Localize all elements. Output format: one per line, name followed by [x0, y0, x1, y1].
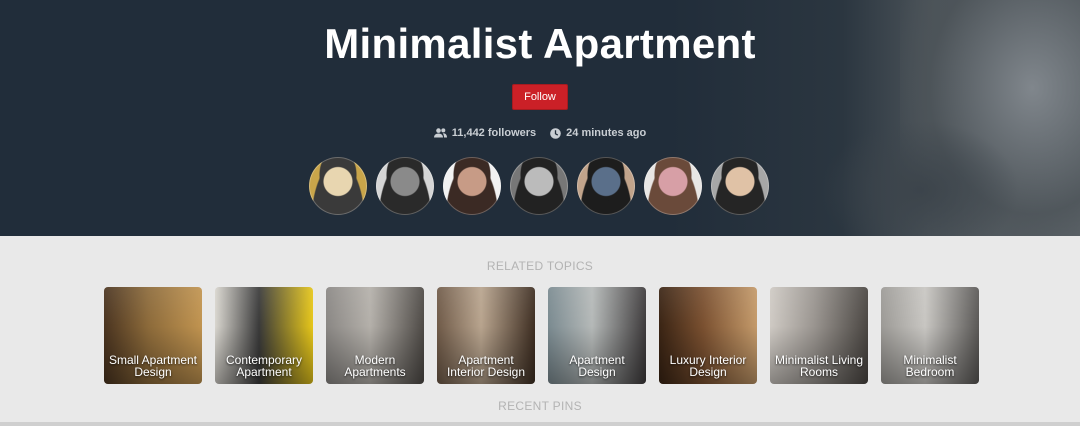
recent-pins-strip	[0, 422, 1080, 426]
topic-label: Apartment Interior Design	[446, 353, 526, 379]
topic-card[interactable]: Contemporary Apartment	[215, 287, 313, 384]
topic-label: Contemporary Apartment	[225, 353, 303, 379]
topic-card[interactable]: Minimalist Living Rooms	[770, 287, 868, 384]
topic-label: Apartment Design	[569, 353, 625, 379]
updated-time: 24 minutes ago	[566, 127, 647, 139]
related-topics-list: Small Apartment Design Contemporary Apart…	[104, 287, 979, 384]
updated-stat: 24 minutes ago	[550, 127, 646, 139]
avatar[interactable]	[711, 157, 769, 215]
topic-card[interactable]: Modern Apartments	[326, 287, 424, 384]
follower-avatars	[309, 157, 769, 215]
avatar[interactable]	[443, 157, 501, 215]
clock-icon	[550, 127, 561, 139]
topic-label: Luxury Interior Design	[669, 353, 747, 379]
avatar[interactable]	[376, 157, 434, 215]
avatar[interactable]	[510, 157, 568, 215]
avatar[interactable]	[309, 157, 367, 215]
followers-count: 11,442 followers	[451, 127, 537, 139]
topic-label: Modern Apartments	[344, 353, 406, 379]
topic-label: Minimalist Living Rooms	[774, 353, 864, 379]
recent-pins-heading: RECENT PINS	[498, 399, 582, 413]
topic-label: Small Apartment Design	[108, 353, 198, 379]
avatar[interactable]	[577, 157, 635, 215]
avatar[interactable]	[644, 157, 702, 215]
topic-card[interactable]: Apartment Design	[548, 287, 646, 384]
topic-card[interactable]: Small Apartment Design	[104, 287, 202, 384]
topic-card[interactable]: Apartment Interior Design	[437, 287, 535, 384]
topic-label: Minimalist Bedroom	[903, 353, 957, 379]
related-topics-heading: RELATED TOPICS	[486, 259, 594, 273]
follow-button[interactable]: Follow	[512, 84, 568, 110]
board-stats: 11,442 followers 24 minutes ago	[0, 127, 1080, 139]
followers-stat[interactable]: 11,442 followers	[433, 127, 537, 139]
people-icon	[433, 128, 447, 138]
topic-card[interactable]: Minimalist Bedroom	[881, 287, 979, 384]
topic-card[interactable]: Luxury Interior Design	[659, 287, 757, 384]
board-title: Minimalist Apartment	[324, 20, 756, 67]
